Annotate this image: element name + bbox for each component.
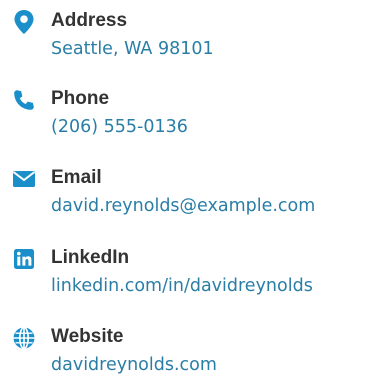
contact-label-website: Website (51, 326, 124, 347)
contact-item-phone: Phone (206) 555-0136 (0, 84, 377, 148)
contact-value-email[interactable]: david.reynolds@example.com (51, 194, 315, 218)
contact-label-address: Address (51, 10, 128, 31)
map-pin-icon (11, 9, 37, 35)
phone-icon (11, 87, 37, 113)
contact-item-address: Address Seattle, WA 98101 (0, 6, 377, 70)
contact-value-linkedin[interactable]: linkedin.com/in/davidreynolds (51, 274, 313, 298)
globe-icon (11, 325, 37, 351)
linkedin-icon (11, 246, 37, 272)
envelope-icon (11, 166, 37, 192)
contact-value-phone[interactable]: (206) 555-0136 (51, 115, 188, 139)
contact-label-phone: Phone (51, 88, 110, 109)
contact-item-linkedin: LinkedIn linkedin.com/in/davidreynolds (0, 243, 377, 307)
contact-item-email: Email david.reynolds@example.com (0, 163, 377, 227)
contact-item-website: Website davidreynolds.com (0, 322, 377, 386)
contact-label-email: Email (51, 167, 102, 188)
contact-value-website[interactable]: davidreynolds.com (51, 353, 217, 377)
contact-value-address: Seattle, WA 98101 (51, 39, 214, 59)
contact-label-linkedin: LinkedIn (51, 247, 130, 268)
